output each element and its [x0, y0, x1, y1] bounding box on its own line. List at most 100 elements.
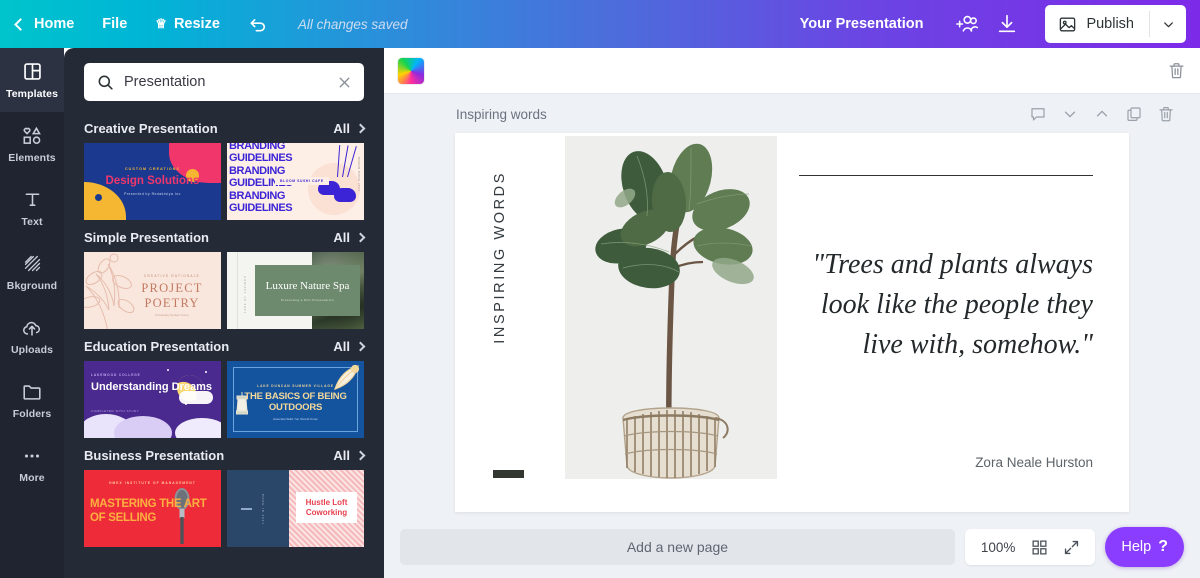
section-header-education: Education Presentation All — [64, 329, 384, 361]
thumb-kicker: LAKE DUNCAN SUMMER VILLAGE — [227, 384, 364, 388]
undo-button[interactable] — [234, 0, 282, 48]
background-icon — [22, 253, 43, 275]
image-icon — [1058, 15, 1077, 34]
sidebar-item-elements[interactable]: Elements — [0, 112, 64, 176]
help-button[interactable]: Help ? — [1105, 527, 1184, 567]
file-menu-button[interactable]: File — [88, 0, 141, 48]
delete-page-button[interactable] — [1156, 104, 1176, 124]
thumb-title: Luxure Nature Spa — [266, 280, 350, 293]
add-page-label: Add a new page — [627, 539, 728, 555]
bottom-toolbar: Add a new page 100% — [384, 516, 1200, 578]
section-title: Business Presentation — [84, 448, 224, 463]
fullscreen-button[interactable] — [1057, 533, 1085, 561]
search-box[interactable] — [84, 63, 364, 101]
search-area — [64, 48, 384, 111]
thumb-kicker: HMEX INSTITUTE OF MANAGEMENT — [84, 481, 221, 485]
move-page-up-button[interactable] — [1092, 104, 1112, 124]
template-thumb-design-solutions[interactable]: CUSTOM CREATIONS Design Solutions Presen… — [84, 143, 221, 220]
thumb-subtitle: Presenting Strange Voices — [129, 313, 215, 317]
publish-options-button[interactable] — [1150, 5, 1186, 43]
save-status: All changes saved — [298, 17, 408, 32]
slide-quote-text[interactable]: "Trees and plants always look like the p… — [811, 245, 1093, 365]
zoom-controls: 100% — [965, 529, 1096, 565]
template-thumb-branding-guidelines[interactable]: BRANDING GUIDELINES BRANDING GUIDELINES … — [227, 143, 364, 220]
chevron-right-icon — [356, 342, 366, 352]
page-title[interactable]: Inspiring words — [456, 107, 547, 122]
template-thumb-hustle-loft-coworking[interactable]: MADE IN 2021 Hustle Loft Coworking — [227, 470, 364, 547]
download-button[interactable] — [987, 4, 1027, 44]
share-button[interactable] — [947, 4, 987, 44]
thumb-line: GUIDELINES — [229, 152, 292, 164]
slide-photo[interactable] — [565, 136, 777, 479]
sidebar-item-templates[interactable]: Templates — [0, 48, 64, 112]
canvas-toolbar — [384, 48, 1200, 94]
zoom-level[interactable]: 100% — [975, 540, 1022, 555]
template-thumb-understanding-dreams[interactable]: LAKEWOOD COLLEGE Understanding Dreams CO… — [84, 361, 221, 438]
section-all-link-education[interactable]: All — [333, 339, 364, 354]
thumb-line: BRANDING — [229, 143, 292, 152]
section-all-link-creative[interactable]: All — [333, 121, 364, 136]
page-tools — [1028, 104, 1176, 124]
thumbnail-row-creative: CUSTOM CREATIONS Design Solutions Presen… — [64, 143, 384, 220]
slide-vertical-label[interactable]: INSPIRING WORDS — [492, 171, 508, 344]
template-thumb-project-poetry[interactable]: CREATIVE RATIONALE PROJECT POETRY Presen… — [84, 252, 221, 329]
thumb-kicker: LAKEWOOD COLLEGE — [91, 373, 141, 377]
sidebar-item-more[interactable]: More — [0, 432, 64, 496]
home-button[interactable]: Home — [0, 0, 88, 48]
sidebar-item-background[interactable]: Bkground — [0, 240, 64, 304]
thumbnail-row-business: HMEX INSTITUTE OF MANAGEMENT MASTERING T… — [64, 470, 384, 547]
section-all-link-business[interactable]: All — [333, 448, 364, 463]
rainbow-color-swatch[interactable] — [398, 58, 424, 84]
chevron-down-icon — [1161, 17, 1176, 32]
clear-search-button[interactable] — [334, 72, 354, 92]
grid-view-icon — [1031, 539, 1048, 556]
chevron-right-icon — [356, 124, 366, 134]
section-all-link-simple[interactable]: All — [333, 230, 364, 245]
duplicate-page-button[interactable] — [1124, 104, 1144, 124]
template-thumb-basics-of-being-outdoors[interactable]: LAKE DUNCAN SUMMER VILLAGE THE BASICS OF… — [227, 361, 364, 438]
search-input[interactable] — [124, 74, 325, 90]
thumb-side-text: MADE IN 2021 — [261, 494, 265, 525]
comment-button[interactable] — [1028, 104, 1048, 124]
decor-shape — [334, 188, 356, 202]
grid-view-button[interactable] — [1025, 533, 1053, 561]
move-page-down-button[interactable] — [1060, 104, 1080, 124]
template-thumb-mastering-art-of-selling[interactable]: HMEX INSTITUTE OF MANAGEMENT MASTERING T… — [84, 470, 221, 547]
thumb-subtitle: Presenting a Mini Presentation — [281, 298, 334, 302]
thumb-title: Design Solutions — [84, 175, 221, 187]
help-label: Help — [1121, 539, 1151, 555]
template-thumb-luxure-nature-spa[interactable]: AUGUST 19 2021 Luxure Nature Spa Present… — [227, 252, 364, 329]
decor-rule — [237, 252, 238, 329]
sidebar-item-text[interactable]: Text — [0, 176, 64, 240]
publish-label: Publish — [1086, 16, 1134, 32]
page-header: Inspiring words — [384, 94, 1200, 128]
document-title[interactable]: Your Presentation — [800, 16, 924, 32]
folder-icon — [21, 381, 43, 403]
canva-editor: Home File ♕ Resize All changes saved You… — [0, 0, 1200, 578]
add-collaborator-icon — [955, 13, 979, 35]
slide-canvas[interactable]: INSPIRING WORDS — [455, 133, 1129, 512]
resize-button[interactable]: ♕ Resize — [141, 0, 234, 48]
slide-quote-author[interactable]: Zora Neale Hurston — [811, 455, 1093, 470]
publish-button-group: Publish — [1045, 5, 1186, 43]
delete-element-button[interactable] — [1167, 61, 1186, 80]
duplicate-icon — [1125, 105, 1143, 123]
undo-arrow-icon — [248, 14, 268, 34]
sidebar-item-folders[interactable]: Folders — [0, 368, 64, 432]
chevron-down-icon — [1061, 105, 1079, 123]
resize-label: Resize — [174, 16, 220, 32]
comment-icon — [1029, 105, 1047, 123]
thumbnail-row-education: LAKEWOOD COLLEGE Understanding Dreams CO… — [64, 361, 384, 438]
top-toolbar-right: Your Presentation — [800, 4, 1200, 44]
search-icon — [96, 73, 115, 92]
sidebar-label-background: Bkground — [7, 280, 57, 292]
editor-main: Inspiring words — [384, 48, 1200, 578]
publish-button[interactable]: Publish — [1045, 5, 1149, 43]
elements-icon — [21, 125, 43, 147]
slide-divider-line[interactable] — [799, 175, 1093, 176]
section-title: Simple Presentation — [84, 230, 209, 245]
sidebar-label-elements: Elements — [8, 152, 56, 164]
sidebar-item-uploads[interactable]: Uploads — [0, 304, 64, 368]
slide-accent-bar[interactable] — [493, 470, 524, 478]
add-new-page-button[interactable]: Add a new page — [400, 529, 955, 565]
